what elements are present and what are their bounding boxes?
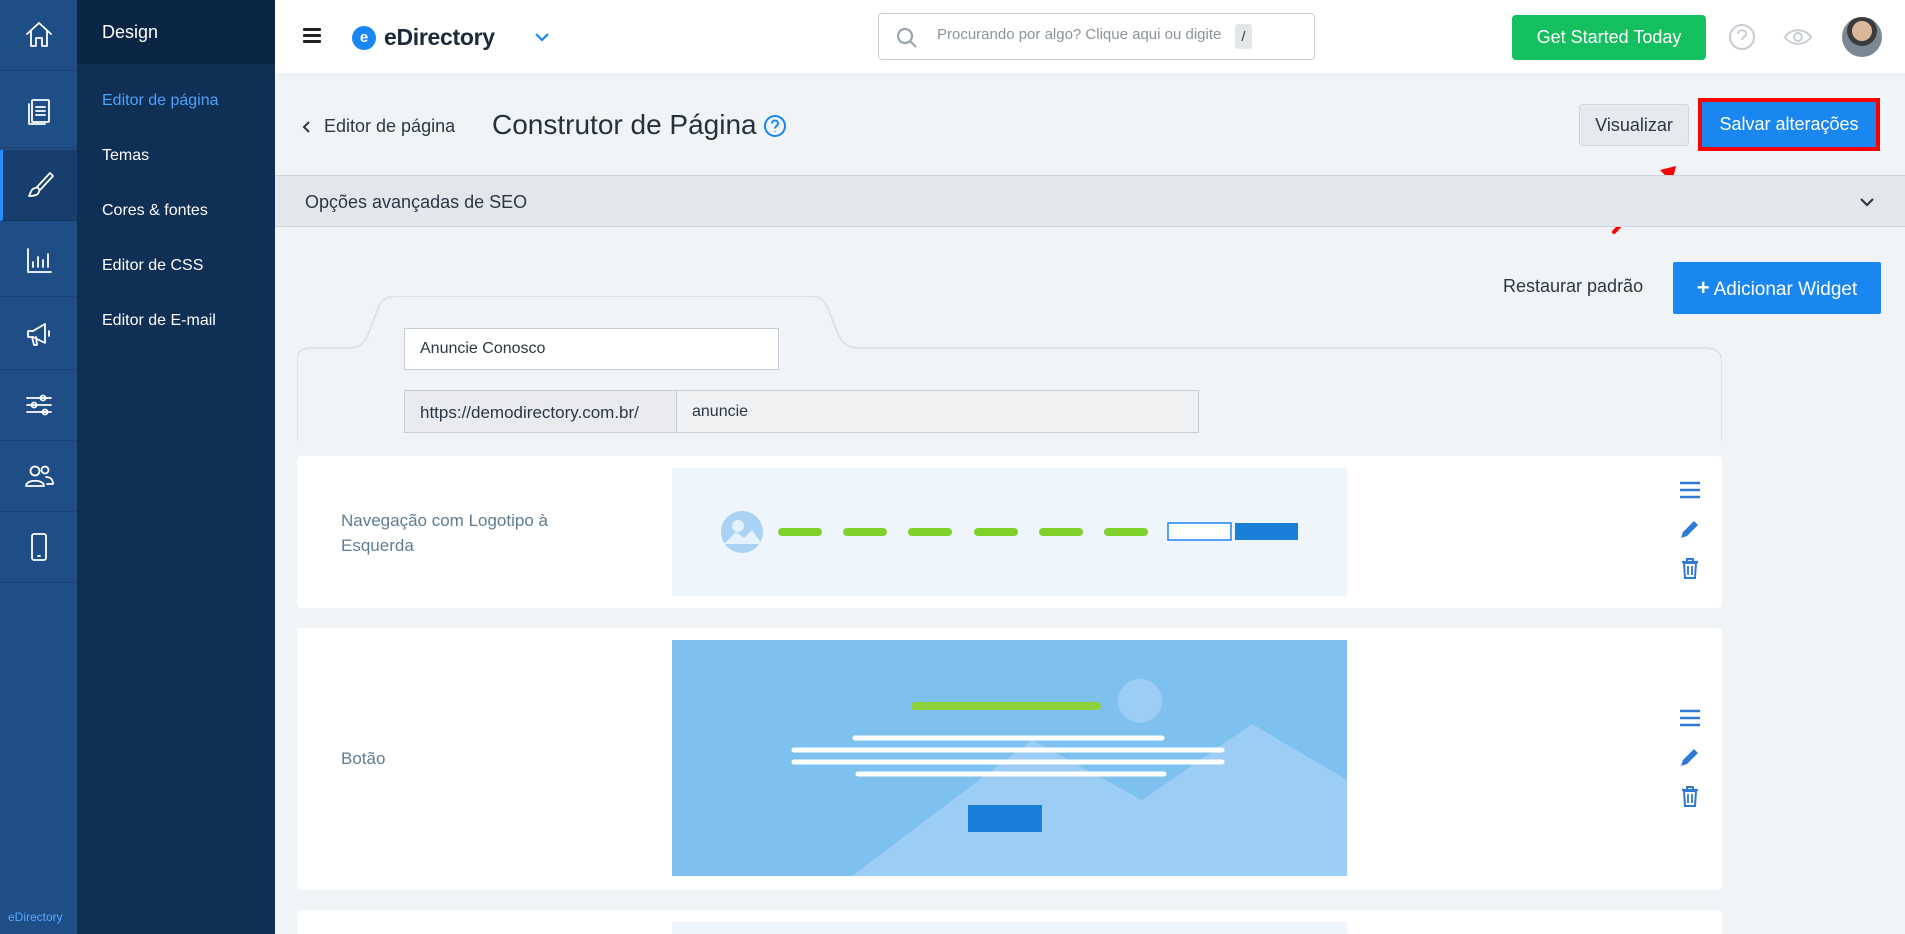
page-header: Editor de página Construtor de Página Vi… (275, 75, 1905, 175)
delete-trash-icon[interactable] (1678, 556, 1702, 580)
global-search[interactable]: / (878, 13, 1315, 60)
design-submenu: Design Editor de página Temas Cores & fo… (77, 0, 275, 934)
chevron-down-icon[interactable] (533, 28, 551, 46)
widget-card: Botão (297, 628, 1722, 890)
page-title: Construtor de Página (492, 109, 757, 140)
top-bar: e eDirectory / Get Started Today (275, 0, 1905, 75)
icon-rail: eDirectory (0, 0, 77, 934)
submenu-item-colors-fonts[interactable]: Cores & fontes (77, 182, 275, 237)
search-shortcut-key: / (1235, 24, 1252, 49)
url-prefix: https://demodirectory.com.br/ (405, 391, 677, 432)
search-icon (895, 26, 919, 50)
user-avatar[interactable] (1842, 17, 1882, 57)
help-icon[interactable] (1727, 22, 1757, 52)
drag-handle-icon[interactable] (1678, 478, 1702, 502)
submenu-item-themes[interactable]: Temas (77, 127, 275, 182)
edit-pencil-icon[interactable] (1678, 745, 1702, 769)
rail-settings-icon[interactable] (0, 370, 77, 441)
rail-brand-label: eDirectory (8, 910, 63, 924)
chevron-left-icon (302, 120, 310, 133)
logo[interactable]: e eDirectory (352, 24, 495, 51)
get-started-button[interactable]: Get Started Today (1512, 15, 1706, 60)
save-button-highlight: Salvar alterações (1698, 98, 1880, 151)
submenu-item-page-editor[interactable]: Editor de página (77, 72, 275, 127)
submenu-item-css-editor[interactable]: Editor de CSS (77, 237, 275, 292)
hamburger-menu-icon[interactable] (303, 28, 321, 44)
widget-thumbnail (672, 922, 1347, 934)
widget-name: Navegação com Logotipo à Esquerda (341, 511, 548, 555)
preview-eye-icon[interactable] (1783, 22, 1813, 52)
page-name-input[interactable] (404, 328, 779, 370)
title-help-icon[interactable] (763, 114, 787, 138)
seo-options-label: Opções avançadas de SEO (305, 192, 528, 212)
back-link-label: Editor de página (324, 116, 456, 136)
drag-handle-icon[interactable] (1678, 706, 1702, 730)
rail-home-icon[interactable] (0, 0, 77, 71)
delete-trash-icon[interactable] (1678, 784, 1702, 808)
rail-design-icon[interactable] (0, 150, 77, 221)
rail-mobile-icon[interactable] (0, 512, 77, 583)
submenu-item-email-editor[interactable]: Editor de E-mail (77, 292, 275, 347)
rail-users-icon[interactable] (0, 441, 77, 512)
restore-default-link[interactable]: Restaurar padrão (1503, 276, 1643, 297)
seo-options-toggle[interactable]: Opções avançadas de SEO (275, 175, 1905, 227)
rail-reports-icon[interactable] (0, 226, 77, 297)
widget-thumbnail-navigation (672, 468, 1347, 596)
widget-actions (1678, 478, 1702, 595)
page-url-input[interactable] (677, 391, 1198, 432)
rail-pages-icon[interactable] (0, 77, 77, 148)
back-link[interactable]: Editor de página (300, 116, 455, 137)
logo-text: eDirectory (384, 24, 495, 50)
page-url-group: https://demodirectory.com.br/ (404, 390, 1199, 433)
save-changes-button[interactable]: Salvar alterações (1702, 102, 1876, 147)
chevron-down-icon (1857, 192, 1877, 212)
search-input[interactable] (937, 26, 1237, 43)
preview-button[interactable]: Visualizar (1579, 104, 1689, 146)
submenu-title: Design (77, 0, 275, 64)
widget-card (297, 910, 1722, 934)
logo-mark-icon: e (352, 25, 376, 50)
rail-promote-icon[interactable] (0, 299, 77, 370)
add-widget-label: Adicionar Widget (1713, 279, 1858, 300)
widget-thumbnail-button (672, 640, 1347, 876)
edit-pencil-icon[interactable] (1678, 517, 1702, 541)
widget-actions (1678, 706, 1702, 823)
widget-card: Navegação com Logotipo à Esquerda (297, 456, 1722, 608)
widget-name: Botão (341, 749, 386, 768)
